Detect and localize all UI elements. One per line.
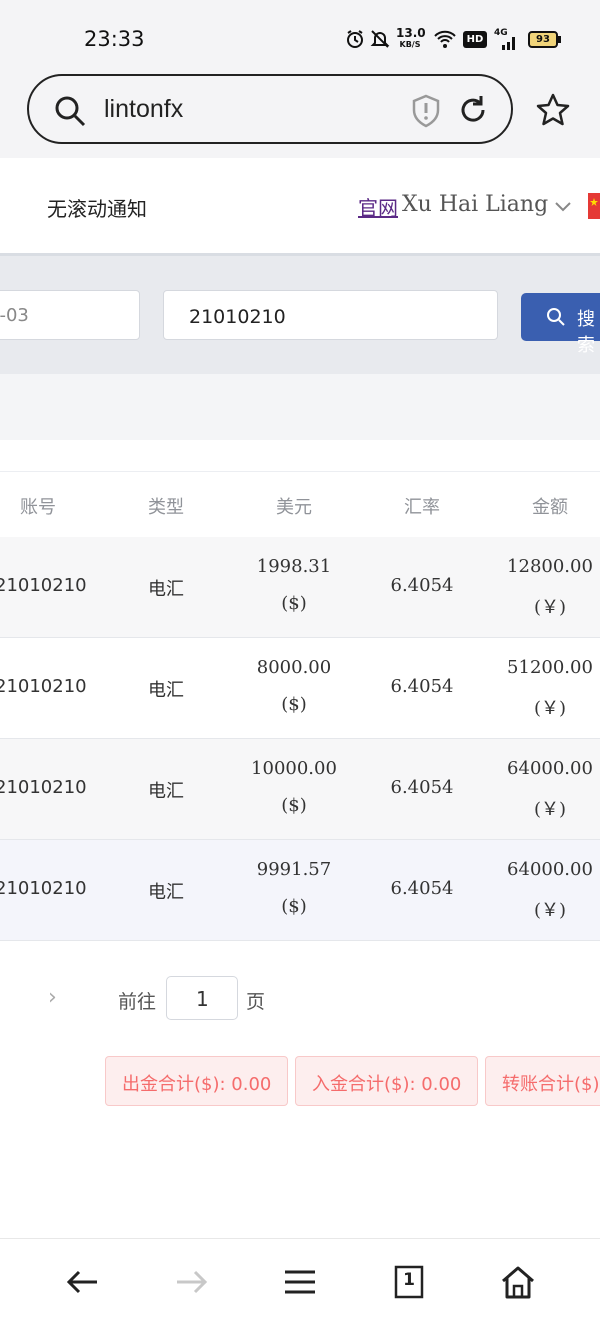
- page-number-value: 1: [196, 987, 209, 1011]
- deposit-total-label: 入金合计($): 0.00: [312, 1074, 462, 1095]
- url-text[interactable]: lintonfx: [104, 95, 183, 124]
- forward-arrow-icon[interactable]: [171, 1264, 211, 1300]
- cell-account: 21010210: [0, 676, 87, 697]
- table-row[interactable]: [0, 537, 600, 638]
- goto-label: 前往: [118, 991, 157, 1013]
- search-button-icon: [546, 307, 566, 327]
- scroll-notice: 无滚动通知: [47, 197, 147, 221]
- cell-usd-unit: ($): [281, 795, 307, 816]
- official-site-link[interactable]: 官网: [358, 192, 398, 221]
- column-header-usd: 美元: [276, 497, 312, 518]
- home-icon[interactable]: [498, 1264, 538, 1300]
- cell-usd-unit: ($): [281, 694, 307, 715]
- cell-rate: 6.4054: [390, 575, 454, 596]
- column-header-type: 类型: [148, 497, 184, 518]
- cell-usd: 1998.31: [256, 556, 332, 577]
- cell-amount-unit: (￥): [533, 698, 567, 719]
- toolbar-strip: [0, 374, 600, 440]
- cell-usd-unit: ($): [281, 896, 307, 917]
- cell-usd: 10000.00: [251, 758, 337, 779]
- cell-account: 21010210: [0, 878, 87, 899]
- date-input-value: 4-03: [0, 305, 29, 326]
- tab-count: 1: [403, 1270, 415, 1290]
- star-icon[interactable]: [535, 92, 571, 128]
- cell-usd-unit: ($): [281, 593, 307, 614]
- cell-usd: 9991.57: [256, 859, 332, 880]
- alarm-icon: [344, 28, 366, 50]
- cell-type: 电汇: [148, 781, 184, 802]
- mute-icon: [369, 28, 391, 50]
- cell-rate: 6.4054: [390, 777, 454, 798]
- net-speed: 13.0 KB/S: [396, 26, 426, 49]
- cell-rate: 6.4054: [390, 676, 454, 697]
- cell-amount: 64000.00: [507, 859, 593, 880]
- reload-icon[interactable]: [456, 93, 490, 127]
- cell-account: 21010210: [0, 777, 87, 798]
- shield-icon[interactable]: [410, 94, 442, 128]
- search-button-label: 搜索: [577, 309, 595, 356]
- column-header-amount: 金额: [532, 497, 568, 518]
- signal-icon: 4G: [494, 28, 518, 50]
- table-row[interactable]: [0, 638, 600, 739]
- cell-type: 电汇: [148, 680, 184, 701]
- cell-usd: 8000.00: [256, 657, 332, 678]
- chevron-down-icon[interactable]: [553, 196, 573, 216]
- cell-amount-unit: (￥): [533, 597, 567, 618]
- cell-amount-unit: (￥): [533, 799, 567, 820]
- cell-amount: 51200.00: [507, 657, 593, 678]
- cell-type: 电汇: [148, 882, 184, 903]
- column-header-rate: 汇率: [404, 497, 440, 518]
- cell-amount: 12800.00: [507, 556, 593, 577]
- battery-icon: 93: [528, 31, 558, 48]
- back-arrow-icon[interactable]: [63, 1264, 103, 1300]
- account-input-value: 21010210: [189, 306, 286, 328]
- column-header-account: 账号: [20, 497, 56, 518]
- search-icon: [53, 94, 87, 128]
- cell-type: 电汇: [148, 579, 184, 600]
- tabs-icon[interactable]: 1: [389, 1264, 429, 1300]
- hd-icon: HD: [463, 31, 487, 48]
- table-row[interactable]: [0, 840, 600, 941]
- user-name[interactable]: Xu Hai Liang: [402, 192, 548, 217]
- battery-tip: [558, 36, 561, 43]
- china-flag-icon[interactable]: [588, 193, 600, 219]
- withdraw-total-label: 出金合计($): 0.00: [122, 1074, 272, 1095]
- status-time: 23:33: [84, 27, 145, 51]
- cell-account: 21010210: [0, 575, 87, 596]
- wifi-icon: [432, 28, 458, 50]
- next-page-button[interactable]: ›: [48, 985, 57, 1010]
- menu-icon[interactable]: [280, 1264, 320, 1300]
- cell-rate: 6.4054: [390, 878, 454, 899]
- cell-amount: 64000.00: [507, 758, 593, 779]
- table-row[interactable]: [0, 739, 600, 840]
- transfer-total-label: 转账合计($): [502, 1074, 600, 1095]
- cell-amount-unit: (￥): [533, 900, 567, 921]
- page-unit-label: 页: [246, 991, 266, 1013]
